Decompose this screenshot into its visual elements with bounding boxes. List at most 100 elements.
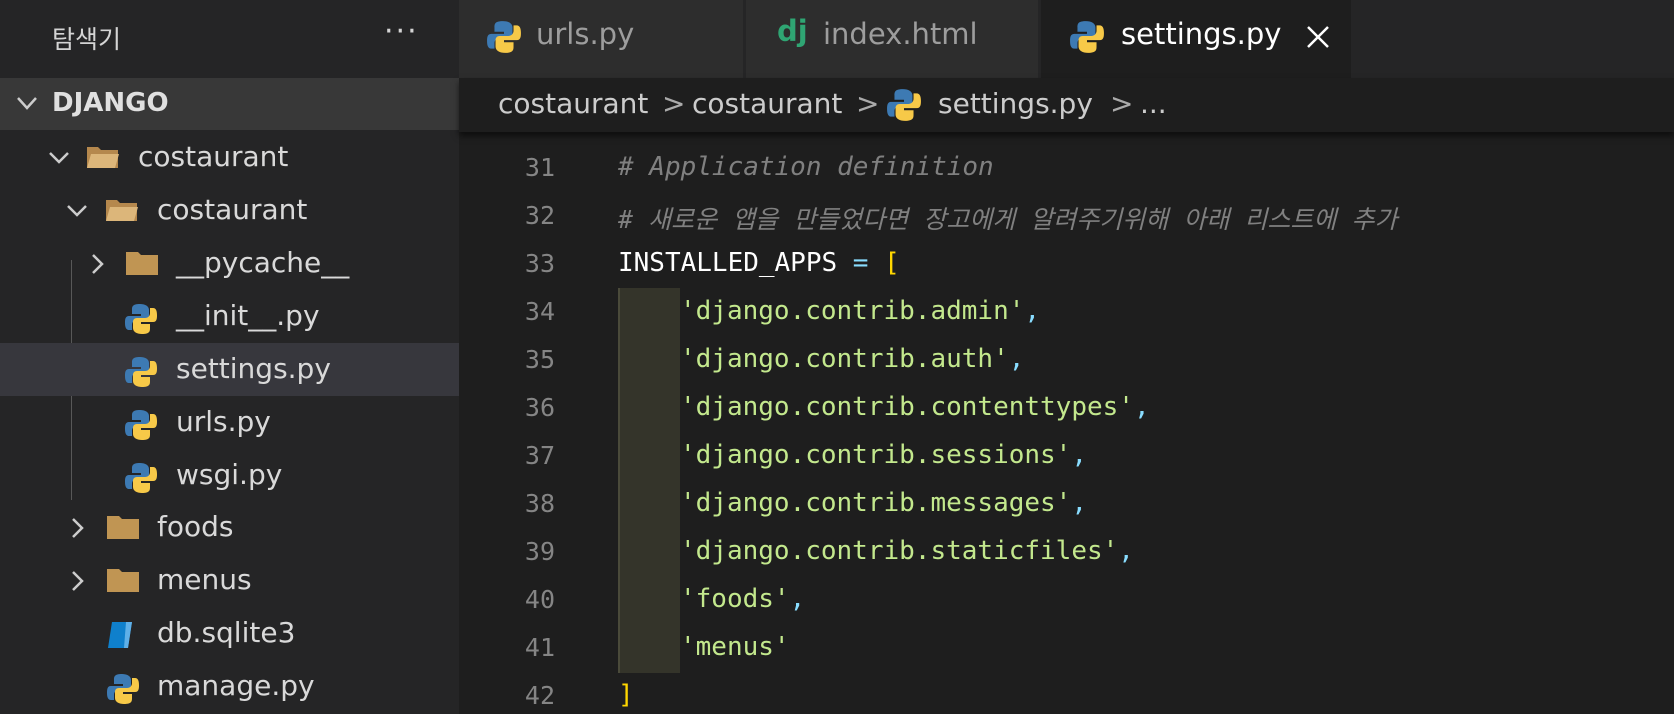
line-number: 36 [524,393,555,422]
tab-label: index.html [823,17,978,51]
workspace-section-header[interactable]: DJANGO [0,78,459,130]
breadcrumb: costaurant > costaurant > settings.py > … [459,78,1674,132]
code-comma: , [1071,488,1087,518]
tab-label: settings.py [1121,17,1282,51]
code-string: 'django.contrib.admin' [680,296,1025,326]
tree-item-label: manage.py [157,669,315,702]
breadcrumb-item[interactable]: settings.py [938,87,1093,120]
tree-item-label: urls.py [176,405,271,438]
tree-item-label: costaurant [138,140,289,173]
tab-label: urls.py [536,17,635,51]
tab-urls[interactable]: urls.py [459,0,743,78]
line-number: 41 [524,633,555,662]
chevron-down-icon [49,152,69,164]
code-comma: , [1008,344,1025,374]
line-number: 42 [524,681,555,710]
breadcrumb-item[interactable]: ... [1140,87,1167,120]
tree-item-label: db.sqlite3 [157,616,296,649]
tree-item-label: foods [157,510,234,543]
chevron-down-icon [67,205,87,217]
breadcrumb-item[interactable]: costaurant [498,87,648,120]
code-line: 'django.contrib.sessions', [680,440,1087,470]
chevron-right-icon [92,254,104,274]
tree-item-wsgi[interactable]: wsgi.py [0,449,459,502]
python-icon [887,89,921,121]
code-bracket: ] [618,680,634,710]
folder-open-icon [87,147,119,168]
code-string: 'django.contrib.contenttypes' [680,392,1134,422]
editor-tab-bar: urls.py dj index.html settings.py [459,0,1674,78]
code-operator: = [837,248,885,278]
code-line: 'django.contrib.contenttypes', [680,392,1150,422]
tree-item-costaurant-inner[interactable]: costaurant [0,184,459,237]
code-editor[interactable]: 31 32 33 34 35 36 37 38 39 40 41 42 # Ap… [459,132,1674,714]
tree-item-init[interactable]: __init__.py [0,290,459,343]
code-comment: # 새로운 앱을 만들었다면 장고에게 알려주기위해 아래 리스트에 추가 [618,205,1398,234]
explorer-title: 탐색기 [52,25,122,54]
code-bracket: [ [884,248,900,278]
close-icon[interactable] [1305,24,1331,50]
python-icon [107,674,139,704]
python-icon [125,304,157,334]
tree-item-label: __pycache__ [176,246,350,279]
code-comma: , [1118,536,1134,566]
line-number: 35 [524,345,555,374]
code-string: 'django.contrib.staticfiles' [680,536,1119,566]
line-number: 31 [524,153,555,182]
more-actions-icon[interactable]: ··· [384,14,419,49]
tree-item-pycache[interactable]: __pycache__ [0,237,459,290]
tree-item-urls[interactable]: urls.py [0,396,459,449]
tree-item-label: menus [157,563,252,596]
chevron-down-icon [17,97,37,110]
breadcrumb-separator: > [856,87,880,120]
code-line: 'menus' [680,632,790,662]
code-variable: INSTALLED_APPS [618,248,838,278]
tree-item-manage[interactable]: manage.py [0,660,459,713]
code-comma: , [1133,392,1150,422]
line-number: 32 [524,201,555,230]
breadcrumb-separator: > [662,87,686,120]
breadcrumb-item[interactable]: costaurant [692,87,842,120]
python-icon [487,21,521,53]
python-icon [125,463,157,493]
code-line: 'django.contrib.auth', [680,344,1024,374]
tree-item-label: costaurant [157,193,308,226]
tree-item-foods[interactable]: foods [0,501,459,554]
tab-settings[interactable]: settings.py [1041,0,1351,78]
line-number: 34 [524,297,555,326]
tree-item-db[interactable]: db.sqlite3 [0,607,459,660]
line-number: 33 [524,249,555,278]
code-comment: # Application definition [618,152,994,182]
folder-icon [107,569,139,592]
chevron-right-icon [72,571,84,591]
code-line: 'django.contrib.messages', [680,488,1087,518]
tab-index-html[interactable]: dj index.html [746,0,1038,78]
explorer-header: 탐색기 ··· [0,0,459,78]
folder-open-icon [106,200,138,221]
tree-item-costaurant[interactable]: costaurant [0,131,459,184]
code-comma: , [789,584,806,614]
line-number: 40 [524,585,555,614]
folder-icon [107,516,139,539]
code-string: 'django.contrib.auth' [680,344,1009,374]
tree-item-settings[interactable]: settings.py [0,343,459,396]
indent-highlight [618,288,680,673]
tree-item-menus[interactable]: menus [0,554,459,607]
line-number: 39 [524,537,555,566]
code-string: 'foods' [680,584,790,614]
django-icon: dj [777,14,808,48]
python-icon [1070,21,1104,53]
database-icon [108,622,132,648]
folder-icon [126,252,158,275]
tree-item-label: __init__.py [176,299,320,332]
code-string: 'menus' [680,632,790,662]
python-icon [125,357,157,387]
chevron-right-icon [72,518,84,538]
workspace-name: DJANGO [52,88,169,118]
python-icon [125,410,157,440]
indent-guide [618,288,620,673]
breadcrumb-separator: > [1110,87,1134,120]
code-string: 'django.contrib.sessions' [680,440,1072,470]
code-line: INSTALLED_APPS = [ [618,248,900,278]
code-line: 'django.contrib.admin', [680,296,1040,326]
